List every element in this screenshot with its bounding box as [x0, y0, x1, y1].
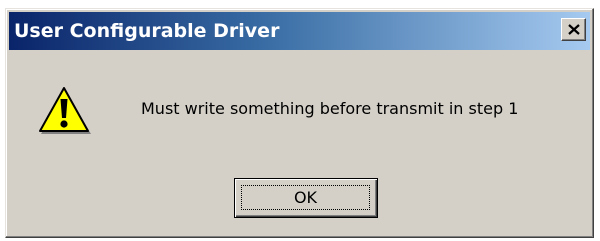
message-dialog: User Configurable Driver Must write some…	[5, 8, 594, 238]
close-icon	[568, 24, 580, 35]
dialog-message: Must write something before transmit in …	[141, 99, 519, 118]
title-bar[interactable]: User Configurable Driver	[9, 12, 590, 50]
window-title: User Configurable Driver	[14, 20, 280, 42]
ok-button-label: OK	[241, 185, 370, 210]
ok-button[interactable]: OK	[234, 178, 378, 218]
warning-icon	[39, 87, 91, 134]
close-button[interactable]	[561, 18, 586, 41]
